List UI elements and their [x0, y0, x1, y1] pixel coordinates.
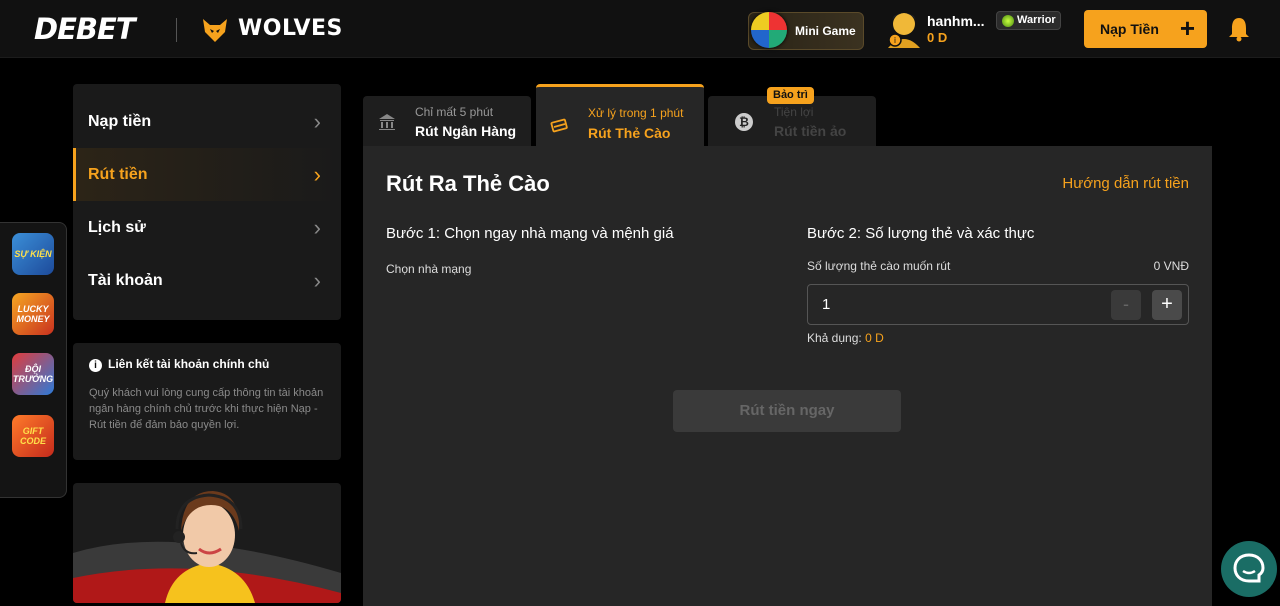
- rank-label: Warrior: [1017, 14, 1056, 26]
- notice-title-text: Liên kết tài khoản chính chủ: [108, 357, 270, 371]
- step1-heading: Bước 1: Chọn ngay nhà mạng và mệnh giá: [386, 225, 674, 242]
- top-bar: DEBET WOLVES Mini Game i hanhm... 0 D Wa…: [0, 0, 1280, 58]
- chat-icon: [1233, 553, 1265, 583]
- sidebar-item-label: Lịch sử: [88, 219, 146, 236]
- sidebar-item-label: Nạp tiền: [88, 113, 152, 130]
- quantity-stepper[interactable]: 1 - +: [807, 284, 1189, 325]
- withdraw-guide-link[interactable]: Hướng dẫn rút tiền: [1062, 175, 1189, 192]
- svg-text:i: i: [894, 36, 896, 45]
- notice-body: Quý khách vui lòng cung cấp thông tin tà…: [89, 387, 324, 431]
- support-promo-image[interactable]: [73, 483, 341, 603]
- svg-text:₿: ₿: [739, 115, 749, 129]
- card-quantity-label: Số lượng thẻ cào muốn rút: [807, 259, 951, 273]
- chevron-right-icon: ›: [313, 109, 321, 134]
- wolves-logo-icon: [203, 19, 227, 42]
- sidebar-item-history[interactable]: Lịch sử ›: [73, 201, 341, 254]
- tab-subtitle: Tiện lợi: [774, 105, 814, 119]
- account-side-menu: Nạp tiền › Rút tiền › Lịch sử › Tài khoả…: [73, 84, 341, 320]
- sidebar-item-label: Rút tiền: [88, 166, 148, 183]
- plus-icon: +: [1179, 13, 1195, 43]
- doi-truong-icon[interactable]: ĐỘI TRƯỞNG: [12, 353, 54, 395]
- deposit-button[interactable]: Nạp Tiền +: [1084, 10, 1207, 48]
- header-balance: 0 D: [927, 30, 948, 45]
- tab-title: Rút Thẻ Cào: [588, 125, 671, 141]
- bitcoin-icon: ₿: [735, 113, 753, 131]
- mini-game-icon: [751, 12, 787, 48]
- floating-promo-bar: SỰ KIỆN LUCKY MONEY ĐỘI TRƯỞNG GIFT CODE: [0, 222, 67, 498]
- deposit-button-label: Nạp Tiền: [1100, 21, 1159, 37]
- sidebar-item-label: Tài khoản: [88, 272, 163, 289]
- available-label: Khả dụng:: [807, 331, 862, 345]
- tab-subtitle: Xử lý trong 1 phút: [588, 106, 684, 120]
- total-amount: 0 VNĐ: [1153, 259, 1189, 273]
- maintenance-badge: Bảo trì: [767, 87, 814, 104]
- rank-badge: Warrior: [996, 11, 1061, 30]
- page-title: Rút Ra Thẻ Cào: [386, 171, 550, 196]
- chevron-right-icon: ›: [313, 215, 321, 240]
- gift-code-icon[interactable]: GIFT CODE: [12, 415, 54, 457]
- debet-logo[interactable]: DEBET: [34, 12, 136, 46]
- withdraw-card-panel: Rút Ra Thẻ Cào Hướng dẫn rút tiền Bước 1…: [363, 146, 1212, 606]
- avatar[interactable]: i: [884, 8, 922, 48]
- username[interactable]: hanhm...: [927, 13, 985, 29]
- tab-card-withdraw[interactable]: Xử lý trong 1 phút Rút Thẻ Cào: [536, 84, 704, 146]
- notice-title: i Liên kết tài khoản chính chủ: [89, 357, 269, 372]
- mini-game-button[interactable]: Mini Game: [748, 12, 864, 50]
- account-link-notice: i Liên kết tài khoản chính chủ Quý khách …: [73, 343, 341, 460]
- tab-subtitle: Chỉ mất 5 phút: [415, 105, 494, 119]
- bank-icon: [379, 114, 395, 130]
- tab-title: Rút tiền ảo: [774, 123, 847, 139]
- support-agent-illustration: [73, 491, 341, 603]
- tab-title: Rút Ngân Hàng: [415, 123, 517, 139]
- info-icon: i: [89, 359, 102, 372]
- mini-game-label: Mini Game: [795, 24, 856, 38]
- chevron-right-icon: ›: [313, 162, 321, 187]
- lucky-money-icon[interactable]: LUCKY MONEY: [12, 293, 54, 335]
- tab-bank-withdraw[interactable]: Chỉ mất 5 phút Rút Ngân Hàng: [363, 96, 531, 146]
- rank-icon: [1002, 15, 1014, 27]
- card-icon: [550, 118, 568, 133]
- quantity-input[interactable]: 1: [822, 296, 830, 313]
- sidebar-item-deposit[interactable]: Nạp tiền ›: [73, 95, 341, 148]
- bell-icon[interactable]: [1227, 16, 1251, 42]
- available-value: 0 D: [865, 331, 884, 345]
- logo-divider: [176, 18, 177, 42]
- sidebar-item-withdraw[interactable]: Rút tiền ›: [73, 148, 341, 201]
- su-kien-icon[interactable]: SỰ KIỆN: [12, 233, 54, 275]
- carrier-select-label: Chọn nhà mạng: [386, 262, 472, 276]
- sidebar-item-account[interactable]: Tài khoản ›: [73, 254, 341, 307]
- wolves-logo-text: WOLVES: [238, 16, 343, 41]
- increment-button[interactable]: +: [1152, 290, 1182, 320]
- decrement-button[interactable]: -: [1111, 290, 1141, 320]
- chevron-right-icon: ›: [313, 268, 321, 293]
- withdraw-now-button[interactable]: Rút tiền ngay: [673, 390, 901, 432]
- available-balance: Khả dụng: 0 D: [807, 331, 884, 345]
- live-chat-button[interactable]: [1221, 541, 1277, 597]
- step2-heading: Bước 2: Số lượng thẻ và xác thực: [807, 225, 1035, 242]
